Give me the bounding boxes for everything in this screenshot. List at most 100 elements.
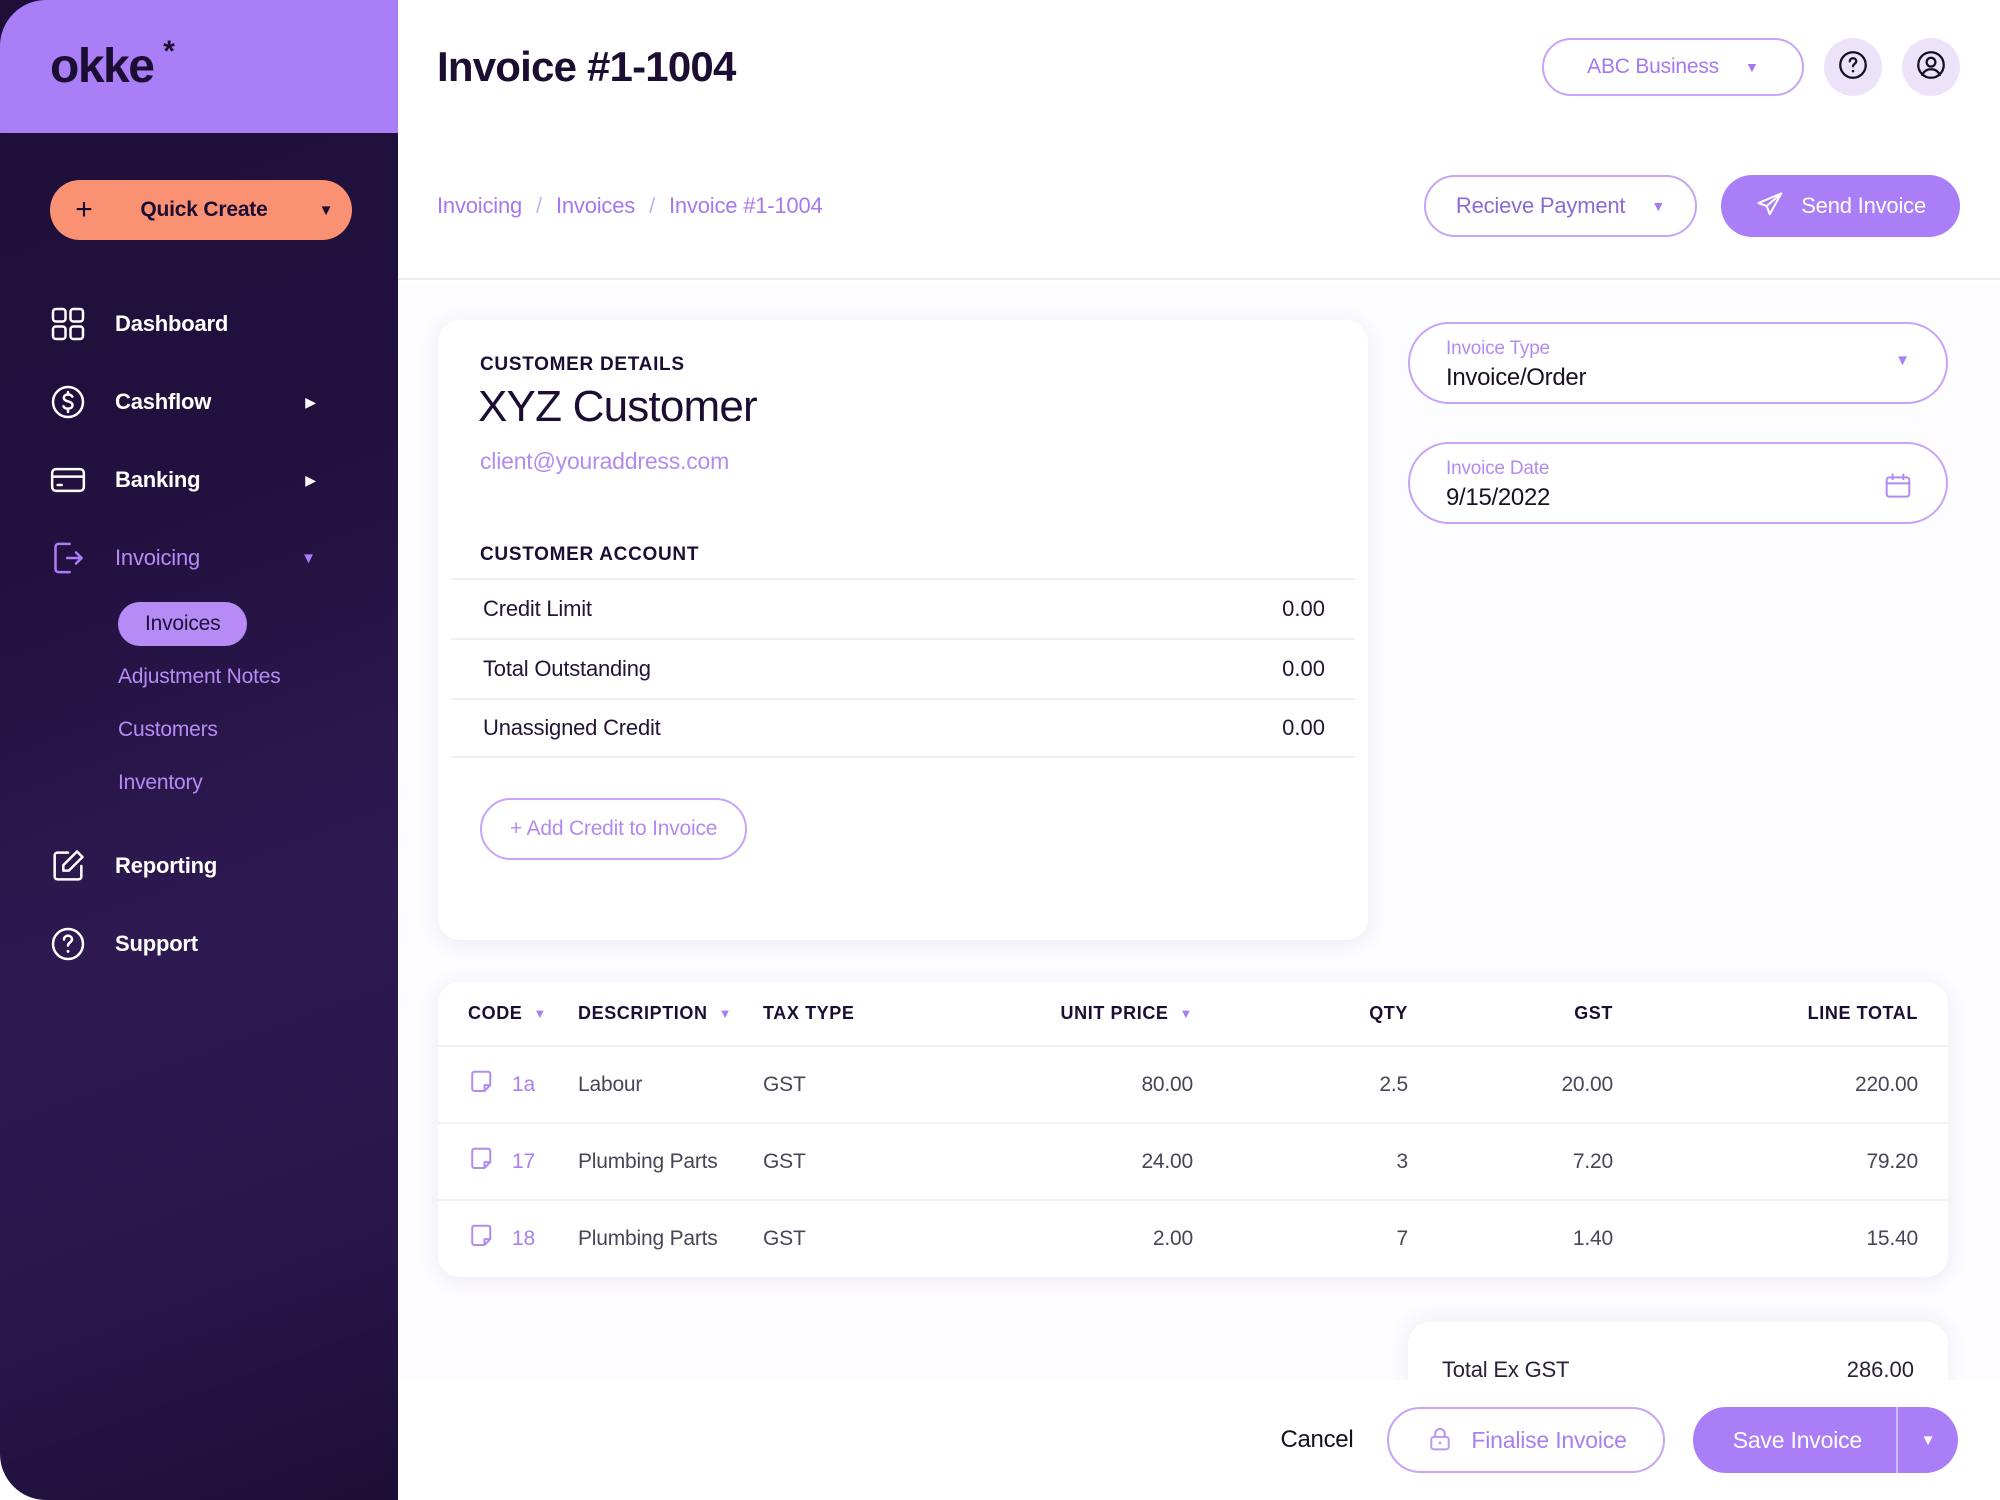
header-actions: ABC Business ▼: [1542, 37, 1960, 96]
breadcrumb-separator: /: [649, 192, 655, 218]
finalise-invoice-button[interactable]: Finalise Invoice: [1387, 1407, 1665, 1473]
cell-description: Labour: [578, 1045, 763, 1123]
invoice-date-label: Invoice Date: [1446, 458, 1550, 479]
line-items-header: CODE ▼ DESCRIPTION ▼ TAX TYPE UNIT PRICE…: [438, 982, 1948, 1046]
sidebar-item-dashboard[interactable]: Dashboard: [0, 285, 398, 363]
logo-panel[interactable]: okke *: [0, 0, 398, 133]
table-row[interactable]: 18 Plumbing Parts GST 2.00 7 1.40 15.40: [438, 1199, 1948, 1277]
column-header-description[interactable]: DESCRIPTION ▼: [578, 982, 763, 1046]
account-row: Unassigned Credit 0.00: [451, 698, 1355, 758]
account-row-value: 0.00: [1282, 596, 1325, 621]
dollar-circle-icon: [48, 382, 94, 422]
column-header-code[interactable]: CODE ▼: [438, 982, 578, 1046]
column-label: QTY: [1369, 1003, 1408, 1023]
sidebar-item-cashflow[interactable]: Cashflow ▶: [0, 363, 398, 441]
sidebar-item-support[interactable]: Support: [0, 905, 398, 983]
sidebar-item-invoices[interactable]: Invoices: [0, 597, 398, 650]
sidebar-item-banking[interactable]: Banking ▶: [0, 441, 398, 519]
plus-icon: +: [75, 193, 93, 226]
cell-tax-type: GST: [763, 1122, 963, 1200]
account-button[interactable]: [1902, 37, 1960, 96]
cell-unit-price: 80.00: [963, 1045, 1193, 1123]
page-title: Invoice #1-1004: [437, 42, 736, 90]
customer-details-heading: CUSTOMER DETAILS: [480, 354, 685, 375]
column-header-line-total[interactable]: LINE TOTAL: [1613, 982, 1948, 1046]
column-header-tax-type[interactable]: TAX TYPE: [763, 982, 963, 1046]
cell-line-total: 220.00: [1613, 1045, 1948, 1123]
cell-code: 18: [438, 1199, 578, 1277]
customer-account-heading: CUSTOMER ACCOUNT: [480, 544, 700, 565]
note-icon[interactable]: [468, 1221, 498, 1257]
add-credit-to-invoice-button[interactable]: + Add Credit to Invoice: [480, 798, 748, 860]
account-row-label: Total Outstanding: [483, 656, 651, 681]
note-icon[interactable]: [468, 1067, 498, 1103]
sidebar-subitem-label: Inventory: [118, 770, 203, 794]
invoice-type-dropdown[interactable]: Invoice Type Invoice/Order ▼: [1408, 322, 1948, 404]
chevron-right-icon: ▶: [305, 393, 316, 410]
top-header: Invoice #1-1004 ABC Business ▼: [398, 0, 2000, 133]
receive-payment-label: Recieve Payment: [1455, 192, 1626, 218]
chevron-down-icon: ▼: [1744, 58, 1759, 75]
column-label: UNIT PRICE: [1060, 1003, 1169, 1023]
send-invoice-button[interactable]: Send Invoice: [1721, 174, 1960, 237]
org-switcher-dropdown[interactable]: ABC Business ▼: [1542, 37, 1804, 96]
calendar-icon[interactable]: [1882, 470, 1914, 507]
question-circle-icon: [48, 924, 94, 964]
save-invoice-dropdown-button[interactable]: ▼: [1896, 1407, 1958, 1473]
credit-card-icon: [48, 460, 94, 500]
save-invoice-group: Save Invoice ▼: [1692, 1407, 1958, 1473]
breadcrumb-item-invoices[interactable]: Invoices: [556, 193, 635, 219]
column-header-qty[interactable]: QTY: [1193, 982, 1408, 1046]
sidebar-item-label: Invoicing: [115, 545, 201, 570]
table-header-row: CODE ▼ DESCRIPTION ▼ TAX TYPE UNIT PRICE…: [438, 982, 1948, 1046]
chevron-down-icon: ▼: [301, 549, 316, 567]
customer-name: XYZ Customer: [478, 382, 758, 431]
chevron-down-icon: ▼: [1651, 197, 1666, 214]
breadcrumb: Invoicing / Invoices / Invoice #1-1004: [437, 193, 823, 219]
app-root: okke * + Quick Create ▼ Dashboard Cashfl…: [0, 0, 2000, 1500]
line-items-card: CODE ▼ DESCRIPTION ▼ TAX TYPE UNIT PRICE…: [438, 982, 1948, 1277]
cell-qty: 2.5: [1193, 1045, 1408, 1123]
quick-create-button[interactable]: + Quick Create ▼: [50, 180, 352, 240]
cell-description: Plumbing Parts: [578, 1199, 763, 1277]
account-row-value: 0.00: [1282, 715, 1325, 740]
org-name-label: ABC Business: [1587, 54, 1719, 78]
sidebar-subitem-label: Adjustment Notes: [118, 664, 281, 688]
sidebar-item-invoicing[interactable]: Invoicing ▼: [0, 519, 398, 597]
table-row[interactable]: 17 Plumbing Parts GST 24.00 3 7.20 79.20: [438, 1122, 1948, 1200]
invoice-type-label: Invoice Type: [1446, 338, 1550, 359]
cell-description: Plumbing Parts: [578, 1122, 763, 1200]
receive-payment-button[interactable]: Recieve Payment ▼: [1423, 174, 1698, 237]
quick-create-label: Quick Create: [140, 198, 268, 221]
table-row[interactable]: 1a Labour GST 80.00 2.5 20.00 220.00: [438, 1045, 1948, 1123]
sidebar-item-label: Banking: [115, 467, 201, 492]
quick-create-wrap: + Quick Create ▼: [50, 180, 352, 240]
sidebar-item-adjustment-notes[interactable]: Adjustment Notes: [0, 650, 398, 703]
cell-code-text: 1a: [512, 1072, 535, 1096]
account-row-label: Unassigned Credit: [483, 715, 661, 740]
chevron-down-icon: ▼: [1895, 352, 1910, 369]
send-invoice-label: Send Invoice: [1801, 192, 1926, 218]
sort-caret-icon: ▼: [533, 1006, 547, 1021]
help-button[interactable]: [1824, 37, 1882, 96]
save-invoice-button[interactable]: Save Invoice: [1693, 1407, 1896, 1473]
cell-code-text: 17: [512, 1149, 535, 1173]
cell-tax-type: GST: [763, 1045, 963, 1123]
sidebar-item-customers[interactable]: Customers: [0, 703, 398, 756]
invoice-date-value: 9/15/2022: [1446, 484, 1551, 511]
customer-email[interactable]: client@youraddress.com: [480, 448, 729, 475]
cell-gst: 1.40: [1408, 1199, 1613, 1277]
cell-unit-price: 2.00: [963, 1199, 1193, 1277]
sidebar-item-inventory[interactable]: Inventory: [0, 756, 398, 809]
column-header-gst[interactable]: GST: [1408, 982, 1613, 1046]
note-icon[interactable]: [468, 1144, 498, 1180]
sidebar-item-reporting[interactable]: Reporting: [0, 827, 398, 905]
invoice-date-field[interactable]: Invoice Date 9/15/2022: [1408, 442, 1948, 524]
cell-code: 1a: [438, 1045, 578, 1123]
cancel-button[interactable]: Cancel: [1274, 1416, 1359, 1464]
account-row: Total Outstanding 0.00: [451, 638, 1355, 698]
column-header-unit-price[interactable]: UNIT PRICE ▼: [963, 982, 1193, 1046]
customer-details-card: CUSTOMER DETAILS XYZ Customer client@you…: [438, 320, 1368, 940]
breadcrumb-item-invoicing[interactable]: Invoicing: [437, 193, 522, 219]
footer-actions: Cancel Finalise Invoice Save Invoice ▼: [398, 1380, 2000, 1500]
